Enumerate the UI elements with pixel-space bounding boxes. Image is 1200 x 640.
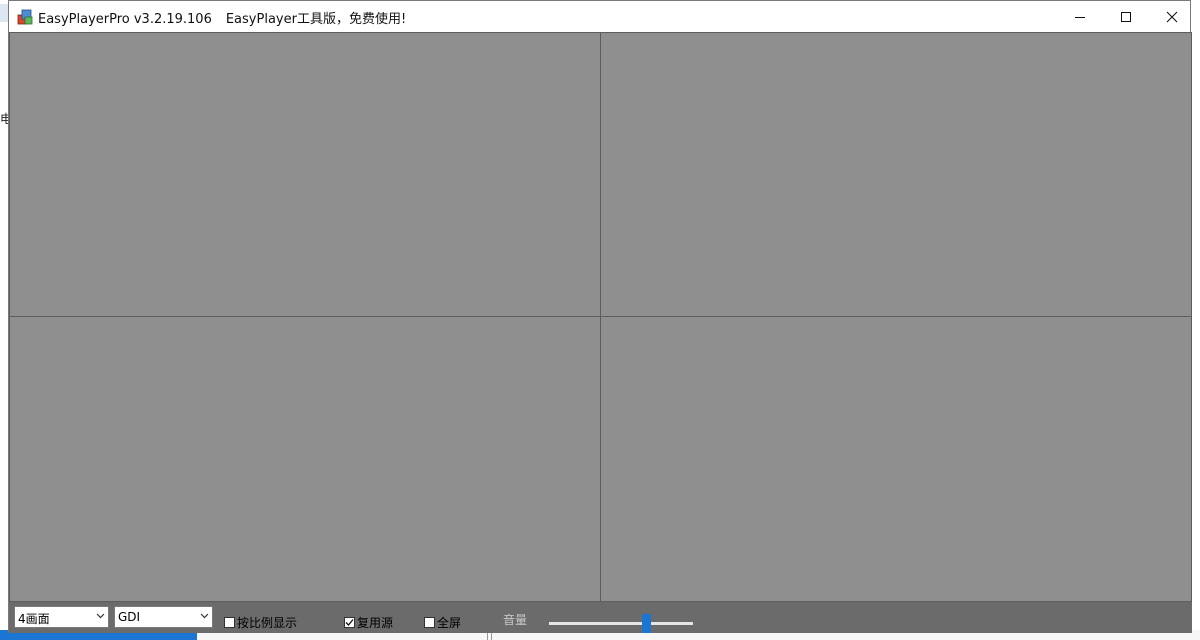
- video-pane-1[interactable]: [9, 32, 602, 318]
- title-bar[interactable]: EasyPlayerPro v3.2.19.106 EasyPlayer工具版，免…: [9, 1, 1190, 32]
- keep-ratio-label: 按比例显示: [237, 615, 298, 630]
- minimize-button[interactable]: [1057, 1, 1103, 32]
- chevron-down-icon: [96, 613, 105, 619]
- volume-slider[interactable]: [549, 610, 693, 634]
- background-window-right: [1191, 0, 1200, 640]
- checkbox-box[interactable]: [424, 616, 435, 628]
- checkbox-box-checked[interactable]: [344, 616, 355, 628]
- reuse-source-checkbox[interactable]: 复用源: [344, 614, 393, 630]
- renderer-select-value: GDI: [118, 610, 141, 624]
- keep-ratio-checkbox[interactable]: 按比例显示: [224, 614, 297, 630]
- background-text-fragment: 电: [0, 112, 8, 126]
- window-title: EasyPlayerPro v3.2.19.106 EasyPlayer工具版，免…: [38, 8, 406, 27]
- fullscreen-label: 全屏: [437, 615, 462, 630]
- layout-select[interactable]: 4画面: [14, 606, 109, 628]
- fullscreen-checkbox[interactable]: 全屏: [424, 614, 461, 630]
- video-pane-2[interactable]: [600, 32, 1192, 318]
- close-button[interactable]: [1149, 1, 1195, 32]
- app-icon[interactable]: [16, 8, 34, 26]
- volume-slider-track[interactable]: [549, 622, 693, 625]
- chevron-down-icon: [200, 613, 209, 619]
- background-window-left: 电: [0, 0, 8, 640]
- maximize-button[interactable]: [1103, 1, 1149, 32]
- close-icon: [1166, 11, 1178, 22]
- player-window: EasyPlayerPro v3.2.19.106 EasyPlayer工具版，免…: [8, 0, 1192, 633]
- video-pane-4[interactable]: [600, 316, 1192, 602]
- volume-slider-thumb[interactable]: [642, 614, 651, 633]
- control-bar: 4画面 GDI 按比例显示 复用源 全屏 音量: [9, 602, 1192, 633]
- volume-label: 音量: [503, 613, 528, 627]
- renderer-select[interactable]: GDI: [114, 606, 213, 628]
- check-icon: [345, 618, 354, 626]
- window-title-app: EasyPlayerPro v3.2.19.106: [38, 12, 212, 27]
- maximize-icon: [1121, 11, 1131, 22]
- minimize-icon: [1075, 16, 1085, 18]
- layout-select-value: 4画面: [18, 612, 50, 626]
- video-pane-3[interactable]: [9, 316, 602, 602]
- checkbox-box[interactable]: [224, 616, 235, 628]
- reuse-source-label: 复用源: [357, 615, 394, 630]
- background-fragment: [0, 4, 8, 22]
- video-grid: [9, 32, 1192, 602]
- window-title-note: EasyPlayer工具版，免费使用!: [225, 12, 407, 27]
